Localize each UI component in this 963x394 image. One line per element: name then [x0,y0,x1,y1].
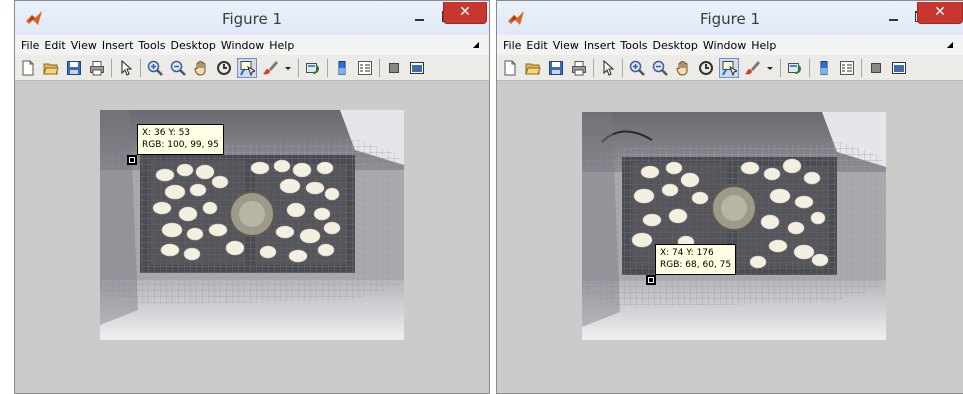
colorbar-icon[interactable] [333,59,351,77]
close-button[interactable]: ✕ [443,2,487,24]
toolbar-separator [111,58,112,77]
menu-view[interactable]: View [553,39,579,52]
data-cursor-icon[interactable] [719,57,739,78]
zoom-in-icon[interactable] [628,59,646,77]
toolbar-separator [593,58,594,77]
menu-bar: File Edit View Insert Tools Desktop Wind… [497,35,963,55]
legend-icon[interactable] [356,59,374,77]
minimize-button[interactable] [880,7,906,25]
menu-help[interactable]: Help [751,39,776,52]
menu-insert[interactable]: Insert [102,39,134,52]
axes-image[interactable] [582,112,886,340]
menu-window[interactable]: Window [221,39,264,52]
title-bar[interactable]: Figure 1 ✕ [497,1,963,35]
menu-window[interactable]: Window [703,39,746,52]
toolbar-separator [861,58,862,77]
menu-bar: File Edit View Insert Tools Desktop Wind… [15,35,489,55]
save-icon[interactable] [547,59,565,77]
zoom-out-icon[interactable] [169,59,187,77]
figure-toolbar [497,55,963,81]
datatip-marker[interactable] [646,275,656,285]
edit-plot-arrow-icon[interactable] [599,59,617,77]
save-icon[interactable] [65,59,83,77]
datatip-marker[interactable] [127,155,137,165]
legend-icon[interactable] [838,59,856,77]
menu-desktop[interactable]: Desktop [171,39,216,52]
link-plot-icon[interactable] [786,59,804,77]
toolbar-separator [140,58,141,77]
open-file-icon[interactable] [524,59,542,77]
brush-dropdown-icon[interactable] [284,59,292,77]
toolbar-separator [298,58,299,77]
figure-window-1: Figure 1 ✕ File Edit View Insert Tools D… [14,0,490,394]
menu-tools[interactable]: Tools [138,39,165,52]
zoom-in-icon[interactable] [146,59,164,77]
hide-plot-tools-icon[interactable] [385,59,403,77]
minimize-button[interactable] [406,7,432,25]
toolbar-separator [809,58,810,77]
datatip-rgb: RGB: 68, 60, 75 [660,260,732,270]
menu-file[interactable]: File [21,39,39,52]
menu-file[interactable]: File [503,39,521,52]
edit-plot-arrow-icon[interactable] [117,59,135,77]
menu-view[interactable]: View [71,39,97,52]
menu-overflow-icon[interactable]: ◢ [473,40,479,49]
toolbar-separator [622,58,623,77]
show-plot-tools-icon[interactable] [408,59,426,77]
new-figure-icon[interactable] [19,59,37,77]
figure-canvas[interactable]: X: 36 Y: 53 RGB: 100, 99, 95 [15,81,489,393]
brush-icon[interactable] [261,59,279,77]
rotate-3d-icon[interactable] [215,59,233,77]
colorbar-icon[interactable] [815,59,833,77]
title-bar[interactable]: Figure 1 ✕ [15,1,489,35]
toolbar-separator [379,58,380,77]
zoom-out-icon[interactable] [651,59,669,77]
datatip-box[interactable]: X: 36 Y: 53 RGB: 100, 99, 95 [137,124,224,155]
figure-window-2: Figure 1 ✕ File Edit View Insert Tools D… [496,0,963,394]
print-icon[interactable] [570,59,588,77]
datatip-box[interactable]: X: 74 Y: 176 RGB: 68, 60, 75 [655,244,737,275]
figure-canvas[interactable]: X: 74 Y: 176 RGB: 68, 60, 75 [497,81,963,393]
print-icon[interactable] [88,59,106,77]
hide-plot-tools-icon[interactable] [867,59,885,77]
menu-desktop[interactable]: Desktop [653,39,698,52]
menu-insert[interactable]: Insert [584,39,616,52]
new-figure-icon[interactable] [501,59,519,77]
link-plot-icon[interactable] [304,59,322,77]
close-button[interactable]: ✕ [917,2,963,24]
menu-edit[interactable]: Edit [526,39,547,52]
show-plot-tools-icon[interactable] [890,59,908,77]
desktop: Figure 1 ✕ File Edit View Insert Tools D… [0,0,963,394]
datatip-coords: X: 74 Y: 176 [660,248,714,258]
menu-tools[interactable]: Tools [620,39,647,52]
menu-overflow-icon[interactable]: ◢ [947,40,953,49]
toolbar-separator [327,58,328,77]
menu-help[interactable]: Help [269,39,294,52]
menu-edit[interactable]: Edit [44,39,65,52]
pan-hand-icon[interactable] [192,59,210,77]
pan-hand-icon[interactable] [674,59,692,77]
datatip-coords: X: 36 Y: 53 [142,128,191,138]
figure-toolbar [15,55,489,81]
open-file-icon[interactable] [42,59,60,77]
brush-dropdown-icon[interactable] [766,59,774,77]
brush-icon[interactable] [743,59,761,77]
rotate-3d-icon[interactable] [697,59,715,77]
toolbar-separator [780,58,781,77]
datatip-rgb: RGB: 100, 99, 95 [142,140,219,150]
data-cursor-icon[interactable] [237,57,257,78]
